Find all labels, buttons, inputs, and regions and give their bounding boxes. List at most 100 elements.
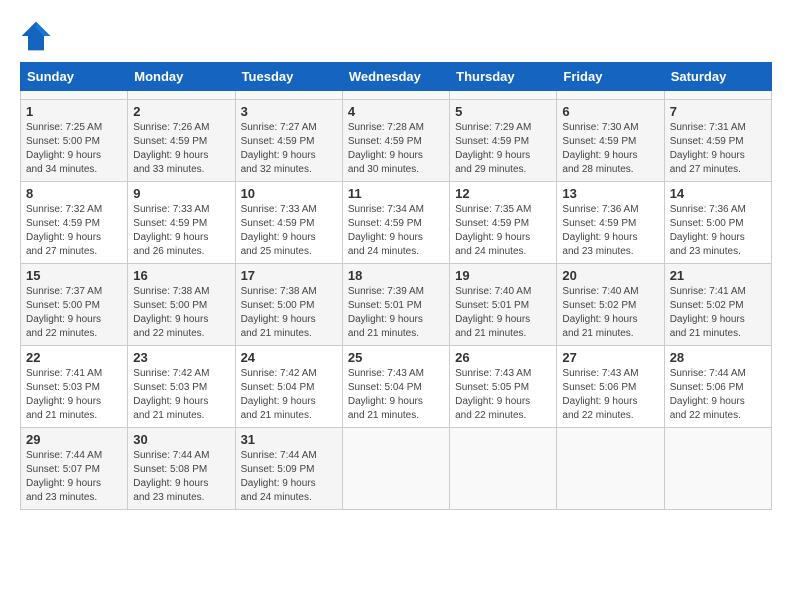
day-cell: 8Sunrise: 7:32 AM Sunset: 4:59 PM Daylig… <box>21 182 128 264</box>
day-number: 30 <box>133 432 229 447</box>
day-cell: 12 Sunrise: 7:35 AM Sunset: 4:59 PM Dayli… <box>450 182 557 264</box>
day-info: Sunrise: 7:43 AM Sunset: 5:05 PM Dayligh… <box>455 367 551 423</box>
day-cell: 25 Sunrise: 7:43 AM Sunset: 5:04 PM Dayli… <box>342 346 449 428</box>
logo-icon <box>20 20 52 52</box>
day-cell: 5Sunrise: 7:29 AM Sunset: 4:59 PM Daylig… <box>450 100 557 182</box>
day-number: 3 <box>241 104 337 119</box>
day-info: Sunrise: 7:40 AM Sunset: 5:01 PM Dayligh… <box>455 285 551 341</box>
day-number: 26 <box>455 350 551 365</box>
day-info: Sunrise: 7:32 AM Sunset: 4:59 PM Dayligh… <box>26 203 122 259</box>
day-cell: 20Sunrise: 7:40 AM Sunset: 5:02 PM Dayli… <box>557 264 664 346</box>
day-info: Sunrise: 7:27 AM Sunset: 4:59 PM Dayligh… <box>241 121 337 177</box>
day-number: 27 <box>562 350 658 365</box>
day-number: 18 <box>348 268 444 283</box>
day-number: 15 <box>26 268 122 283</box>
day-cell: 9Sunrise: 7:33 AM Sunset: 4:59 PM Daylig… <box>128 182 235 264</box>
day-cell <box>342 91 449 100</box>
day-cell: 27Sunrise: 7:43 AM Sunset: 5:06 PM Dayli… <box>557 346 664 428</box>
day-cell: 14Sunrise: 7:36 AM Sunset: 5:00 PM Dayli… <box>664 182 771 264</box>
day-number: 7 <box>670 104 766 119</box>
day-cell: 6 Sunrise: 7:30 AM Sunset: 4:59 PM Daylig… <box>557 100 664 182</box>
day-info: Sunrise: 7:35 AM Sunset: 4:59 PM Dayligh… <box>455 203 551 259</box>
day-number: 6 <box>562 104 658 119</box>
day-cell <box>128 91 235 100</box>
day-number: 11 <box>348 186 444 201</box>
day-cell: 23 Sunrise: 7:42 AM Sunset: 5:03 PM Dayli… <box>128 346 235 428</box>
day-info: Sunrise: 7:30 AM Sunset: 4:59 PM Dayligh… <box>562 121 658 177</box>
day-number: 21 <box>670 268 766 283</box>
header-cell-friday: Friday <box>557 63 664 91</box>
header-cell-thursday: Thursday <box>450 63 557 91</box>
day-number: 10 <box>241 186 337 201</box>
day-cell: 17Sunrise: 7:38 AM Sunset: 5:00 PM Dayli… <box>235 264 342 346</box>
day-info: Sunrise: 7:25 AM Sunset: 5:00 PM Dayligh… <box>26 121 122 177</box>
header-cell-sunday: Sunday <box>21 63 128 91</box>
day-info: Sunrise: 7:43 AM Sunset: 5:04 PM Dayligh… <box>348 367 444 423</box>
day-number: 23 <box>133 350 229 365</box>
day-number: 20 <box>562 268 658 283</box>
day-info: Sunrise: 7:38 AM Sunset: 5:00 PM Dayligh… <box>241 285 337 341</box>
day-cell: 7Sunrise: 7:31 AM Sunset: 4:59 PM Daylig… <box>664 100 771 182</box>
day-info: Sunrise: 7:26 AM Sunset: 4:59 PM Dayligh… <box>133 121 229 177</box>
week-row-0 <box>21 91 772 100</box>
day-number: 9 <box>133 186 229 201</box>
day-cell <box>450 91 557 100</box>
day-cell: 11 Sunrise: 7:34 AM Sunset: 4:59 PM Dayli… <box>342 182 449 264</box>
day-cell: 2Sunrise: 7:26 AM Sunset: 4:59 PM Daylig… <box>128 100 235 182</box>
day-cell: 30 Sunrise: 7:44 AM Sunset: 5:08 PM Dayli… <box>128 428 235 510</box>
day-cell <box>664 428 771 510</box>
day-info: Sunrise: 7:42 AM Sunset: 5:04 PM Dayligh… <box>241 367 337 423</box>
day-number: 28 <box>670 350 766 365</box>
day-info: Sunrise: 7:44 AM Sunset: 5:09 PM Dayligh… <box>241 449 337 505</box>
day-cell <box>557 428 664 510</box>
day-info: Sunrise: 7:36 AM Sunset: 4:59 PM Dayligh… <box>562 203 658 259</box>
day-info: Sunrise: 7:38 AM Sunset: 5:00 PM Dayligh… <box>133 285 229 341</box>
day-number: 29 <box>26 432 122 447</box>
day-cell: 13 Sunrise: 7:36 AM Sunset: 4:59 PM Dayli… <box>557 182 664 264</box>
header-cell-wednesday: Wednesday <box>342 63 449 91</box>
day-info: Sunrise: 7:34 AM Sunset: 4:59 PM Dayligh… <box>348 203 444 259</box>
header-cell-saturday: Saturday <box>664 63 771 91</box>
header-cell-monday: Monday <box>128 63 235 91</box>
day-cell: 18Sunrise: 7:39 AM Sunset: 5:01 PM Dayli… <box>342 264 449 346</box>
week-row-1: 1 Sunrise: 7:25 AM Sunset: 5:00 PM Daylig… <box>21 100 772 182</box>
day-info: Sunrise: 7:44 AM Sunset: 5:08 PM Dayligh… <box>133 449 229 505</box>
calendar-table: SundayMondayTuesdayWednesdayThursdayFrid… <box>20 62 772 510</box>
day-cell: 3 Sunrise: 7:27 AM Sunset: 4:59 PM Daylig… <box>235 100 342 182</box>
day-cell: 19 Sunrise: 7:40 AM Sunset: 5:01 PM Dayli… <box>450 264 557 346</box>
day-cell: 26 Sunrise: 7:43 AM Sunset: 5:05 PM Dayli… <box>450 346 557 428</box>
day-cell <box>21 91 128 100</box>
week-row-4: 22Sunrise: 7:41 AM Sunset: 5:03 PM Dayli… <box>21 346 772 428</box>
day-info: Sunrise: 7:29 AM Sunset: 4:59 PM Dayligh… <box>455 121 551 177</box>
day-cell <box>557 91 664 100</box>
week-row-3: 15 Sunrise: 7:37 AM Sunset: 5:00 PM Dayli… <box>21 264 772 346</box>
page-header <box>20 20 772 52</box>
day-cell: 10 Sunrise: 7:33 AM Sunset: 4:59 PM Dayli… <box>235 182 342 264</box>
day-cell: 1 Sunrise: 7:25 AM Sunset: 5:00 PM Daylig… <box>21 100 128 182</box>
day-info: Sunrise: 7:42 AM Sunset: 5:03 PM Dayligh… <box>133 367 229 423</box>
day-info: Sunrise: 7:44 AM Sunset: 5:06 PM Dayligh… <box>670 367 766 423</box>
day-number: 22 <box>26 350 122 365</box>
day-number: 14 <box>670 186 766 201</box>
day-number: 31 <box>241 432 337 447</box>
day-cell: 24Sunrise: 7:42 AM Sunset: 5:04 PM Dayli… <box>235 346 342 428</box>
day-number: 13 <box>562 186 658 201</box>
day-cell: 15 Sunrise: 7:37 AM Sunset: 5:00 PM Dayli… <box>21 264 128 346</box>
day-cell <box>664 91 771 100</box>
day-number: 1 <box>26 104 122 119</box>
day-info: Sunrise: 7:37 AM Sunset: 5:00 PM Dayligh… <box>26 285 122 341</box>
day-cell: 22Sunrise: 7:41 AM Sunset: 5:03 PM Dayli… <box>21 346 128 428</box>
day-number: 16 <box>133 268 229 283</box>
day-cell <box>450 428 557 510</box>
day-number: 25 <box>348 350 444 365</box>
header-cell-tuesday: Tuesday <box>235 63 342 91</box>
day-cell: 21Sunrise: 7:41 AM Sunset: 5:02 PM Dayli… <box>664 264 771 346</box>
week-row-2: 8Sunrise: 7:32 AM Sunset: 4:59 PM Daylig… <box>21 182 772 264</box>
logo <box>20 20 56 52</box>
day-info: Sunrise: 7:28 AM Sunset: 4:59 PM Dayligh… <box>348 121 444 177</box>
day-number: 19 <box>455 268 551 283</box>
day-cell: 4Sunrise: 7:28 AM Sunset: 4:59 PM Daylig… <box>342 100 449 182</box>
header-row: SundayMondayTuesdayWednesdayThursdayFrid… <box>21 63 772 91</box>
day-number: 12 <box>455 186 551 201</box>
day-info: Sunrise: 7:33 AM Sunset: 4:59 PM Dayligh… <box>241 203 337 259</box>
